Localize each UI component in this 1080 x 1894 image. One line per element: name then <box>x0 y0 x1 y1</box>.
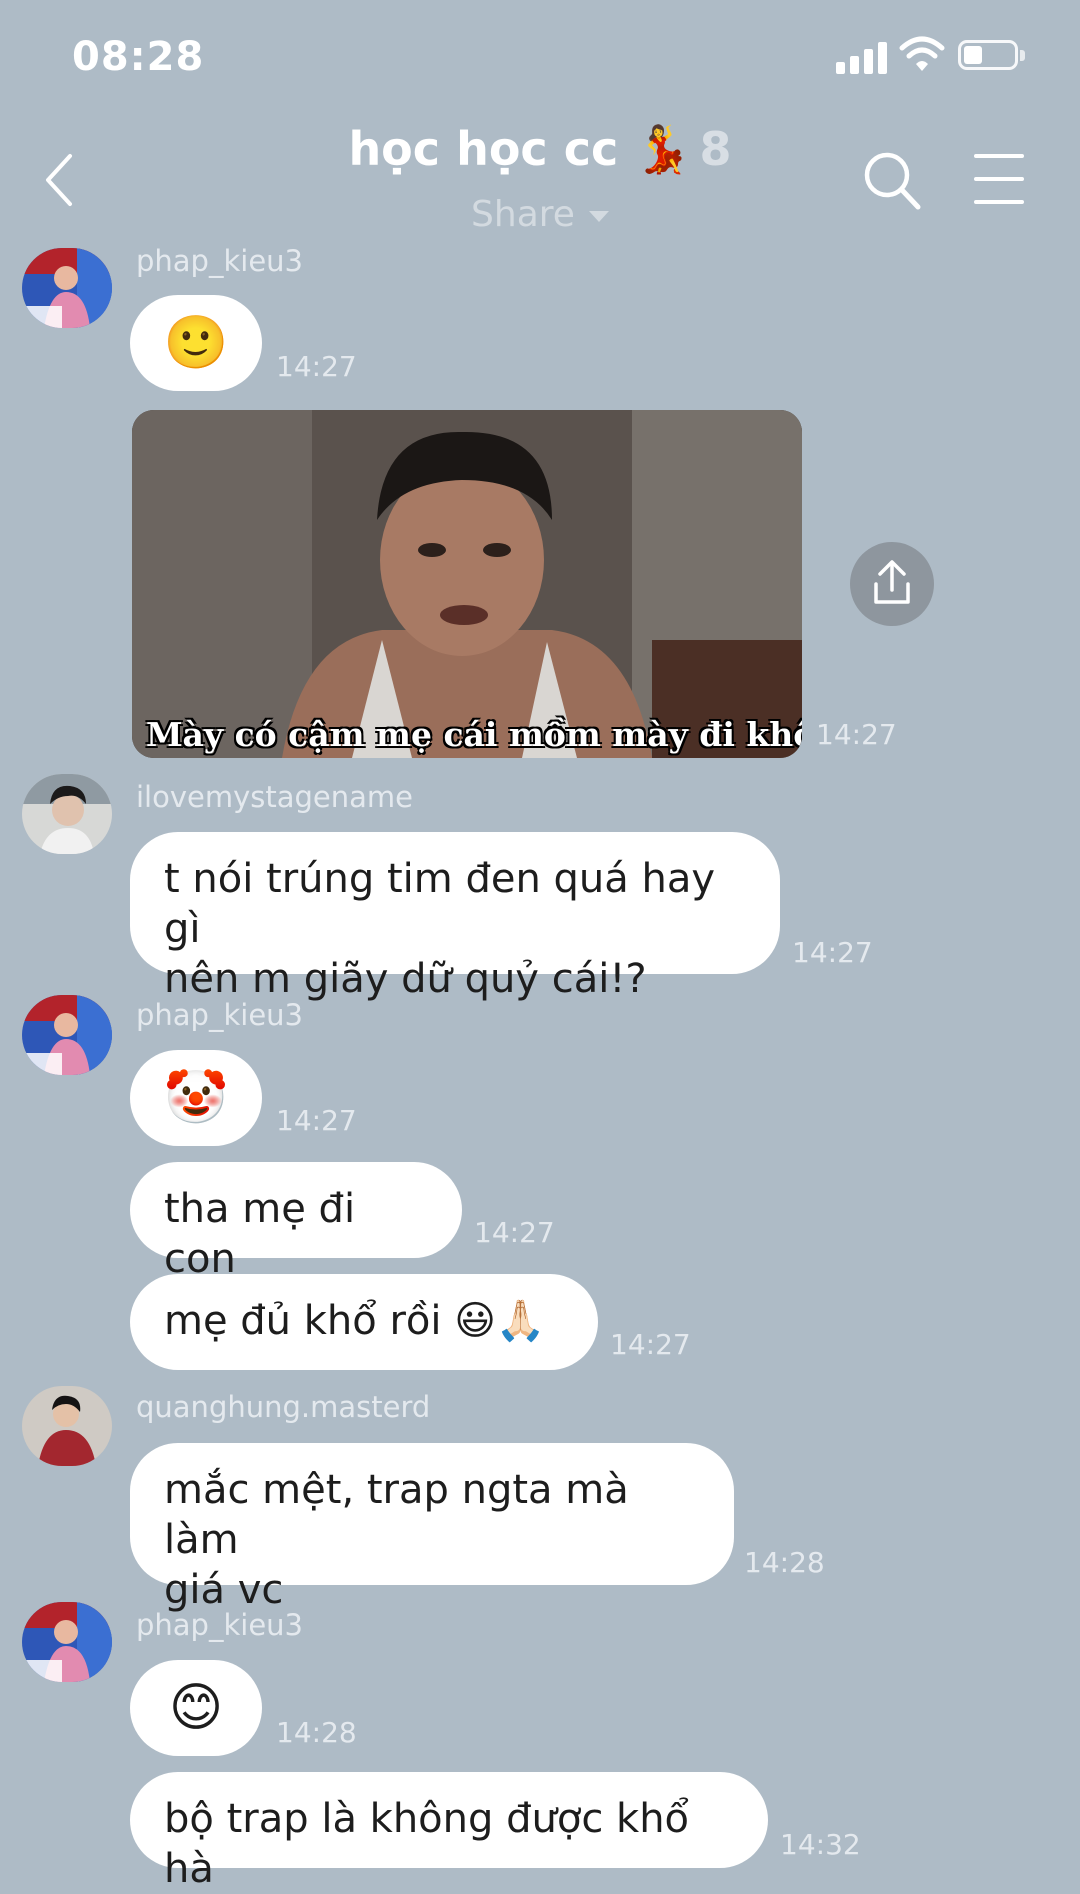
message-time: 14:27 <box>474 1216 555 1249</box>
message-time: 14:32 <box>780 1828 861 1861</box>
message-time: 14:27 <box>792 936 873 969</box>
message-bubble[interactable]: tha mẹ đi con <box>130 1162 462 1282</box>
avatar[interactable] <box>22 995 112 1075</box>
avatar[interactable] <box>22 248 112 328</box>
chat-title-text: học học cc 💃 <box>348 122 692 176</box>
avatar[interactable] <box>22 1602 112 1682</box>
message-time: 14:28 <box>744 1546 825 1579</box>
message-text: bộ trap là không được khổ hà <box>164 1796 690 1892</box>
message-text: mẹ đủ khổ rồi 😃🙏🏻 <box>164 1298 546 1344</box>
message-text-line: nên m giãy dữ quỷ cái!? <box>164 956 647 1002</box>
message-time: 14:27 <box>276 1104 357 1137</box>
message-time: 14:27 <box>276 350 357 383</box>
search-icon[interactable] <box>862 150 922 212</box>
message-bubble[interactable]: 🙂 <box>130 295 262 391</box>
share-icon[interactable] <box>850 542 934 626</box>
signal-icon <box>836 40 888 74</box>
message-text-line: mắc mệt, trap ngta mà làm <box>164 1467 629 1563</box>
member-count: 8 <box>699 122 732 176</box>
sender-name: phap_kieu3 <box>136 998 303 1032</box>
message-bubble[interactable]: 😊 <box>130 1660 262 1756</box>
message-bubble[interactable]: 🤡 <box>130 1050 262 1146</box>
avatar[interactable] <box>22 1386 112 1466</box>
message-bubble[interactable]: mắc mệt, trap ngta mà làm giá vc <box>130 1443 734 1613</box>
sender-name: phap_kieu3 <box>136 244 303 278</box>
message-time: 14:28 <box>276 1716 357 1749</box>
message-text-line: t nói trúng tim đen quá hay gì <box>164 856 716 952</box>
sender-name: quanghung.masterd <box>136 1390 431 1424</box>
image-caption: Mày có cậm mẹ cái mồm mày đi không <box>146 715 802 754</box>
chevron-down-icon <box>588 210 609 222</box>
share-label: Share <box>471 194 575 235</box>
status-time: 08:28 <box>72 34 205 80</box>
message-text: tha mẹ đi con <box>164 1186 356 1282</box>
image-message[interactable]: Mày có cậm mẹ cái mồm mày đi không <box>132 410 802 758</box>
menu-icon[interactable] <box>974 150 1026 208</box>
battery-icon <box>958 40 1028 72</box>
message-time: 14:27 <box>610 1328 691 1361</box>
message-bubble[interactable]: mẹ đủ khổ rồi 😃🙏🏻 <box>130 1274 598 1370</box>
sender-name: ilovemystagename <box>136 780 414 814</box>
wifi-icon <box>899 36 945 71</box>
message-bubble[interactable]: bộ trap là không được khổ hà <box>130 1772 768 1892</box>
avatar[interactable] <box>22 774 112 854</box>
sender-name: phap_kieu3 <box>136 1608 303 1642</box>
message-bubble[interactable]: t nói trúng tim đen quá hay gì nên m giã… <box>130 832 780 1002</box>
message-time: 14:27 <box>816 718 897 751</box>
